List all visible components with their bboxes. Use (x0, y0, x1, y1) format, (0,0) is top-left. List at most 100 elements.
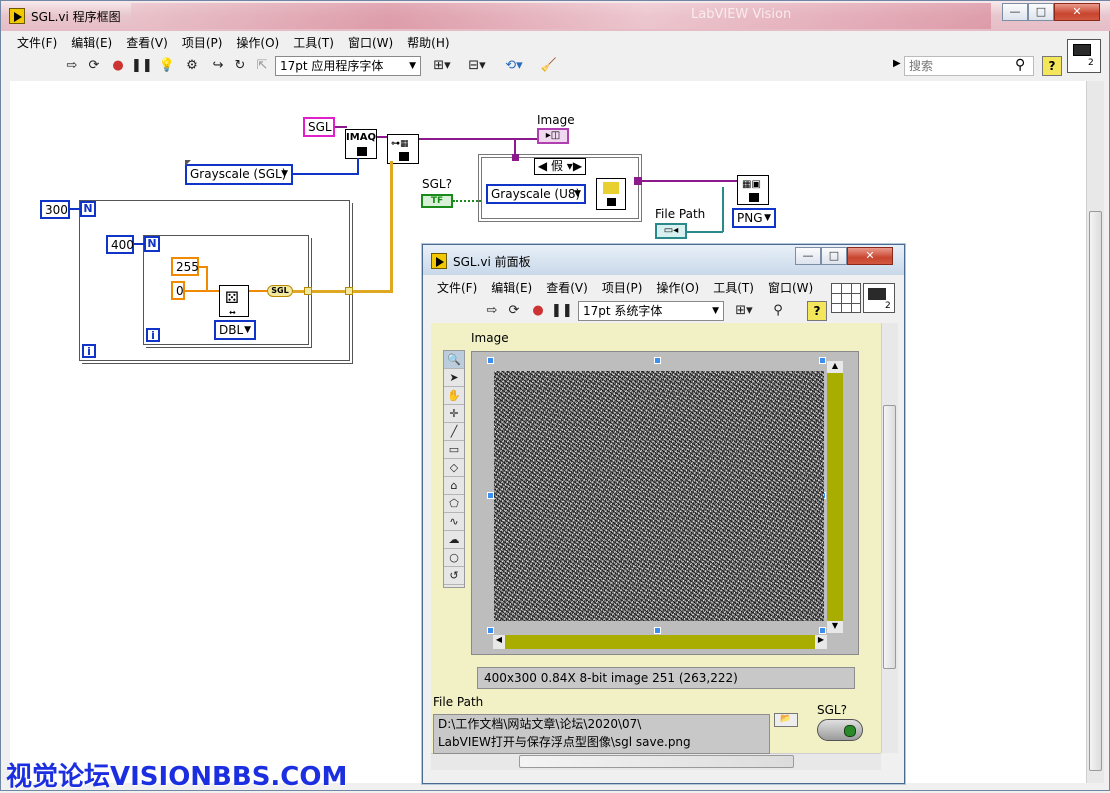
fp-zoom-icon[interactable]: ⚲ (765, 302, 791, 320)
font-select-dropdown[interactable]: 17pt 应用程序字体 ▼ (275, 56, 421, 76)
zoom-tool-icon[interactable]: 🔍 (444, 351, 464, 369)
step-over-icon[interactable]: ↻ (231, 57, 249, 75)
fp-menu-view[interactable]: 查看(V) (546, 279, 588, 296)
fp-menu-edit[interactable]: 编辑(E) (491, 279, 532, 296)
constant-0[interactable]: 0 (171, 281, 185, 300)
resize-handle[interactable] (819, 627, 826, 634)
step-into-icon[interactable]: ↪ (209, 57, 227, 75)
scroll-left-icon[interactable]: ◀ (493, 635, 505, 649)
sgl-toggle-switch[interactable] (817, 719, 863, 741)
imaq-cast-image-node[interactable] (596, 178, 626, 210)
constant-255[interactable]: 255 (171, 257, 199, 276)
search-icon[interactable]: ⚲ (1015, 57, 1025, 73)
fp-maximize-button[interactable]: □ (821, 247, 847, 265)
fp-menu-file[interactable]: 文件(F) (437, 279, 477, 296)
highlight-execution-icon[interactable]: 💡 (158, 57, 176, 75)
menu-tools[interactable]: 工具(T) (293, 34, 334, 51)
menu-file[interactable]: 文件(F) (17, 34, 57, 51)
step-out-icon[interactable]: ⇱ (253, 57, 271, 75)
grayscale-u8-enum[interactable]: Grayscale (U8) ▼ (486, 184, 586, 204)
sgl-constant[interactable]: SGL (303, 117, 335, 137)
menu-view[interactable]: 查看(V) (126, 34, 168, 51)
distribute-objects-icon[interactable]: ⊟▾ (464, 57, 490, 75)
image-indicator-terminal[interactable]: ▸◫ (537, 128, 569, 144)
image-type-enum[interactable]: Grayscale (SGL) ▼ (185, 164, 293, 185)
fp-abort-icon[interactable]: ● (529, 302, 547, 320)
freehand-region-tool-icon[interactable]: ☁ (444, 531, 464, 549)
selection-tool-icon[interactable]: ➤ (444, 369, 464, 387)
pause-icon[interactable]: ❚❚ (131, 57, 153, 75)
menu-edit[interactable]: 编辑(E) (71, 34, 112, 51)
imaq-array-to-image-node[interactable]: ⊶▦ (387, 134, 419, 164)
context-help-icon[interactable]: ? (1042, 56, 1062, 76)
scroll-up-icon[interactable]: ▲ (827, 361, 843, 373)
diagram-vertical-scrollbar[interactable] (1086, 81, 1104, 783)
resize-handle[interactable] (654, 357, 661, 364)
align-objects-icon[interactable]: ⊞▾ (429, 57, 455, 75)
close-button[interactable]: ✕ (1054, 3, 1100, 21)
browse-folder-icon[interactable]: 📂 (774, 713, 798, 727)
image-horizontal-scrollbar[interactable]: ◀ ▶ (493, 635, 827, 649)
resize-handle[interactable] (487, 357, 494, 364)
point-tool-icon[interactable]: ✛ (444, 405, 464, 423)
fp-connector-pane[interactable] (831, 283, 861, 313)
inner-count-constant[interactable]: 400 (106, 235, 134, 254)
toolbar-expand-icon[interactable]: ▶ (893, 58, 901, 69)
dbl-type-enum[interactable]: DBL ▼ (214, 320, 256, 340)
case-selector[interactable]: ◀ 假 ▾▶ (534, 158, 586, 175)
reorder-icon[interactable]: ⟲▾ (501, 57, 527, 75)
maximize-button[interactable]: □ (1028, 3, 1054, 21)
fp-scroll-thumb[interactable] (883, 405, 896, 669)
minimize-button[interactable]: — (1002, 3, 1028, 21)
menu-operate[interactable]: 操作(O) (236, 34, 279, 51)
polygon-tool-icon[interactable]: ⬠ (444, 495, 464, 513)
fp-vi-icon[interactable]: 2 (863, 283, 895, 313)
fp-run-continuously-icon[interactable]: ⟳ (505, 302, 523, 320)
menu-window[interactable]: 窗口(W) (348, 34, 393, 51)
run-continuously-icon[interactable]: ⟳ (85, 57, 103, 75)
fp-horizontal-scrollbar[interactable] (431, 753, 881, 770)
clean-up-diagram-icon[interactable]: 🧹 (537, 57, 561, 75)
fp-vertical-scrollbar[interactable] (881, 323, 898, 753)
file-path-terminal[interactable]: ▭◂ (655, 223, 687, 239)
imaq-write-file-node[interactable]: ▦▣ (737, 175, 769, 205)
resize-handle[interactable] (487, 627, 494, 634)
scroll-down-icon[interactable]: ▼ (827, 621, 843, 633)
imaq-create-node[interactable]: IMAQ (345, 129, 377, 159)
menu-help[interactable]: 帮助(H) (407, 34, 449, 51)
case-structure[interactable]: ◀ 假 ▾▶ Grayscale (U8) ▼ (478, 154, 642, 222)
image-vertical-scrollbar[interactable]: ▲ ▼ (827, 361, 843, 633)
vi-connector-icon[interactable]: 2 (1067, 39, 1101, 73)
oval-tool-icon[interactable]: ○ (444, 549, 464, 567)
fp-hscroll-thumb[interactable] (519, 755, 794, 768)
resize-handle[interactable] (654, 627, 661, 634)
file-path-control[interactable]: D:\工作文档\网站文章\论坛\2020\07\ LabVIEW打开与保存浮点型… (433, 714, 770, 754)
fp-minimize-button[interactable]: — (795, 247, 821, 265)
fp-menu-project[interactable]: 项目(P) (602, 279, 643, 296)
rectangle-tool-icon[interactable]: ▭ (444, 441, 464, 459)
resize-handle[interactable] (487, 492, 494, 499)
fp-close-button[interactable]: ✕ (847, 247, 893, 265)
retain-wire-values-icon[interactable]: ⚙ (183, 57, 201, 75)
random-number-node[interactable]: ⚄ ↔ (219, 285, 249, 317)
fp-menu-tools[interactable]: 工具(T) (713, 279, 754, 296)
line-tool-icon[interactable]: ╱ (444, 423, 464, 441)
fp-menu-window[interactable]: 窗口(W) (768, 279, 813, 296)
file-type-enum[interactable]: PNG ▼ (732, 208, 776, 228)
fp-pause-icon[interactable]: ❚❚ (551, 302, 573, 320)
pan-tool-icon[interactable]: ✋ (444, 387, 464, 405)
fp-align-objects-icon[interactable]: ⊞▾ (731, 302, 757, 320)
fp-font-select-dropdown[interactable]: 17pt 系统字体 ▼ (578, 301, 724, 321)
fp-menu-operate[interactable]: 操作(O) (656, 279, 699, 296)
annulus-tool-icon[interactable]: ⌂ (444, 477, 464, 495)
to-sgl-conversion-node[interactable]: SGL (267, 285, 293, 297)
freehand-line-tool-icon[interactable]: ∿ (444, 513, 464, 531)
menu-project[interactable]: 项目(P) (182, 34, 223, 51)
fp-context-help-icon[interactable]: ? (807, 301, 827, 321)
rotated-rect-tool-icon[interactable]: ◇ (444, 459, 464, 477)
resize-handle[interactable] (819, 357, 826, 364)
scroll-right-icon[interactable]: ▶ (815, 635, 827, 649)
sgl-bool-terminal[interactable]: TF (421, 194, 453, 208)
fp-run-arrow-icon[interactable]: ⇨ (483, 302, 501, 320)
abort-icon[interactable]: ● (109, 57, 127, 75)
